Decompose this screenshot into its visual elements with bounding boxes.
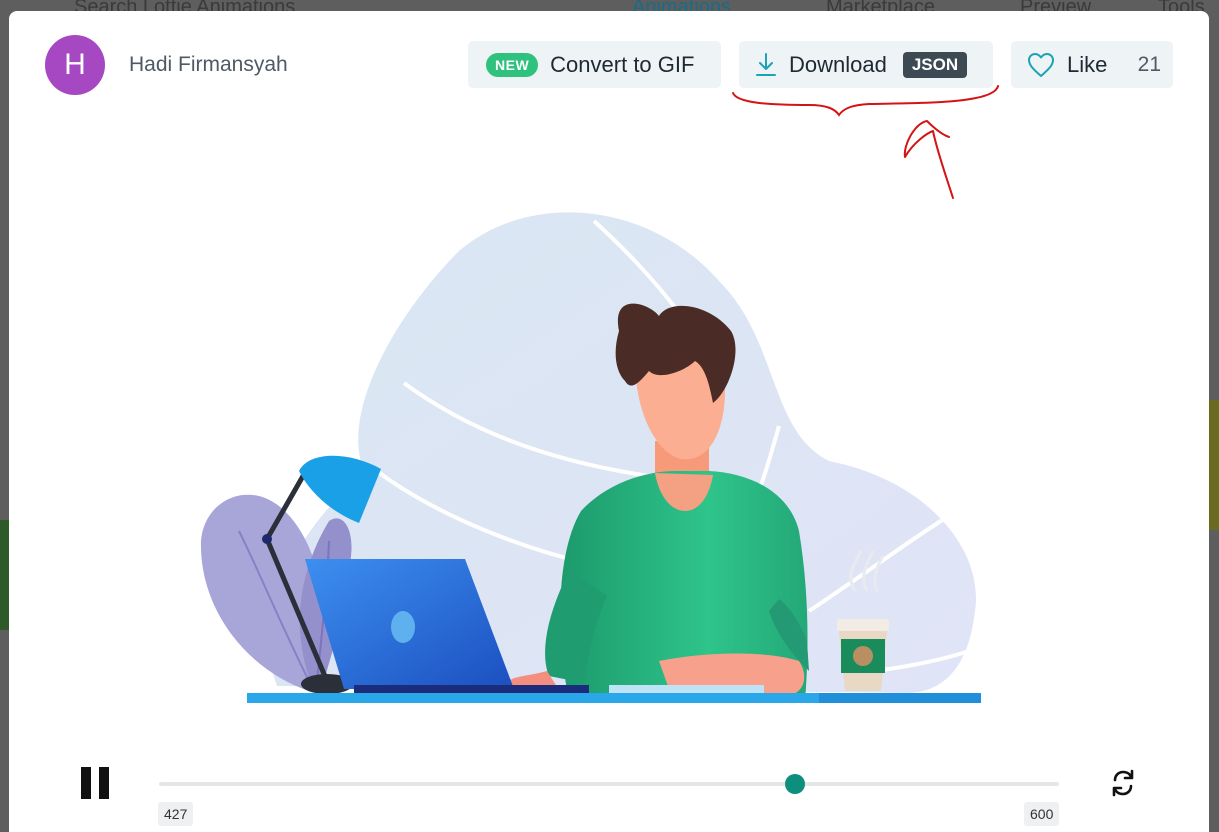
- animation-modal: H Hadi Firmansyah NEW Convert to GIF Dow…: [9, 11, 1209, 832]
- pause-icon-bar-left: [81, 767, 91, 799]
- total-frames-label: 600: [1024, 802, 1060, 826]
- animation-illustration: [200, 212, 981, 703]
- pause-icon-bar-right: [99, 767, 109, 799]
- loop-icon[interactable]: [1109, 768, 1137, 798]
- playback-slider[interactable]: [159, 774, 1059, 794]
- pause-button[interactable]: [81, 767, 111, 799]
- background-strip-right: [1209, 400, 1219, 530]
- current-frame-label: 427: [158, 802, 194, 826]
- playback-slider-thumb[interactable]: [785, 774, 806, 794]
